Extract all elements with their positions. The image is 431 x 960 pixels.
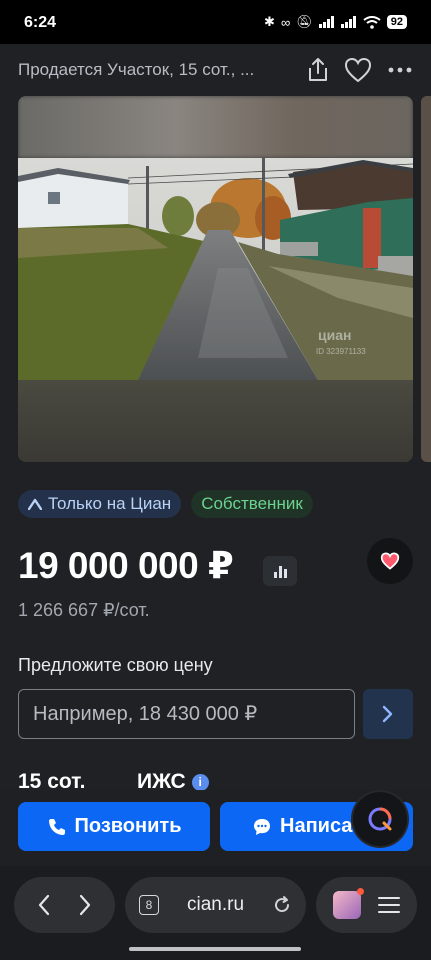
owner-badge: Собственник: [191, 490, 313, 518]
share-icon[interactable]: [304, 56, 332, 84]
cian-only-label: Только на Циан: [48, 494, 172, 513]
signal-icon: [318, 16, 334, 28]
cian-only-badge: Только на Циан: [18, 490, 182, 518]
signal-icon-2: [340, 16, 356, 28]
price-history-button[interactable]: [263, 556, 297, 586]
back-icon[interactable]: [37, 894, 51, 916]
assistant-button[interactable]: [353, 792, 407, 846]
mute-icon: 🔕︎: [296, 14, 313, 29]
url-text[interactable]: cian.ru: [169, 894, 262, 916]
price-total: 19 000 000 ₽: [18, 545, 234, 586]
offer-label: Предложите свою цену: [18, 655, 213, 675]
browser-menu-group: [316, 877, 417, 933]
chevron-right-icon: [382, 705, 393, 723]
listing-photo-image: циан ID 323971133: [18, 158, 413, 380]
status-icons: ✱ ∞ 🔕︎ 92: [264, 14, 407, 30]
tab-count[interactable]: 8: [139, 895, 159, 915]
call-button[interactable]: Позвонить: [18, 802, 210, 851]
status-time: 6:24: [24, 14, 57, 31]
owner-label: Собственник: [201, 494, 303, 513]
call-label: Позвонить: [74, 815, 182, 837]
phone-icon: [48, 818, 65, 835]
next-photo-peek[interactable]: [421, 96, 431, 462]
price-per-unit: 1 266 667 ₽/сот.: [18, 600, 150, 620]
photo-gallery[interactable]: циан ID 323971133: [18, 96, 413, 462]
reload-icon[interactable]: [272, 895, 292, 915]
link-icon: ∞: [280, 14, 291, 30]
notification-dot: [356, 888, 364, 895]
listing-badges: Только на Циан Собственник: [18, 490, 313, 518]
wifi-icon: [363, 15, 381, 29]
svg-text:циан: циан: [318, 327, 351, 343]
offer-submit-button[interactable]: [363, 689, 413, 739]
forward-icon[interactable]: [78, 894, 92, 916]
page-header: Продается Участок, 15 сот., ...: [0, 44, 431, 96]
offer-price-input[interactable]: [18, 689, 355, 739]
bluetooth-icon: ✱: [264, 14, 275, 29]
home-indicator: [129, 947, 301, 951]
cian-arrow-icon: [28, 498, 42, 510]
browser-nav-group: [14, 877, 115, 933]
profile-avatar[interactable]: [332, 888, 364, 919]
listing-photo: циан ID 323971133: [18, 158, 413, 380]
favorite-button[interactable]: [367, 538, 413, 584]
status-bar: 6:24 ✱ ∞ 🔕︎ 92: [0, 0, 431, 44]
favorite-icon[interactable]: [344, 56, 372, 84]
page-title: Продается Участок, 15 сот., ...: [18, 60, 255, 79]
hamburger-menu-icon[interactable]: [378, 896, 401, 914]
chat-icon: [254, 818, 270, 835]
address-bar[interactable]: 8 cian.ru: [125, 877, 306, 933]
info-icon[interactable]: i: [191, 773, 209, 791]
heart-icon: [380, 552, 400, 570]
svg-text:ID 323971133: ID 323971133: [316, 347, 366, 356]
photo-blur-bottom: [18, 380, 413, 462]
assistant-icon: [368, 807, 392, 831]
battery-indicator: 92: [386, 15, 407, 29]
more-options-icon[interactable]: [386, 56, 414, 84]
photo-blur-top: [18, 96, 413, 158]
price-history-icon: [273, 572, 277, 578]
